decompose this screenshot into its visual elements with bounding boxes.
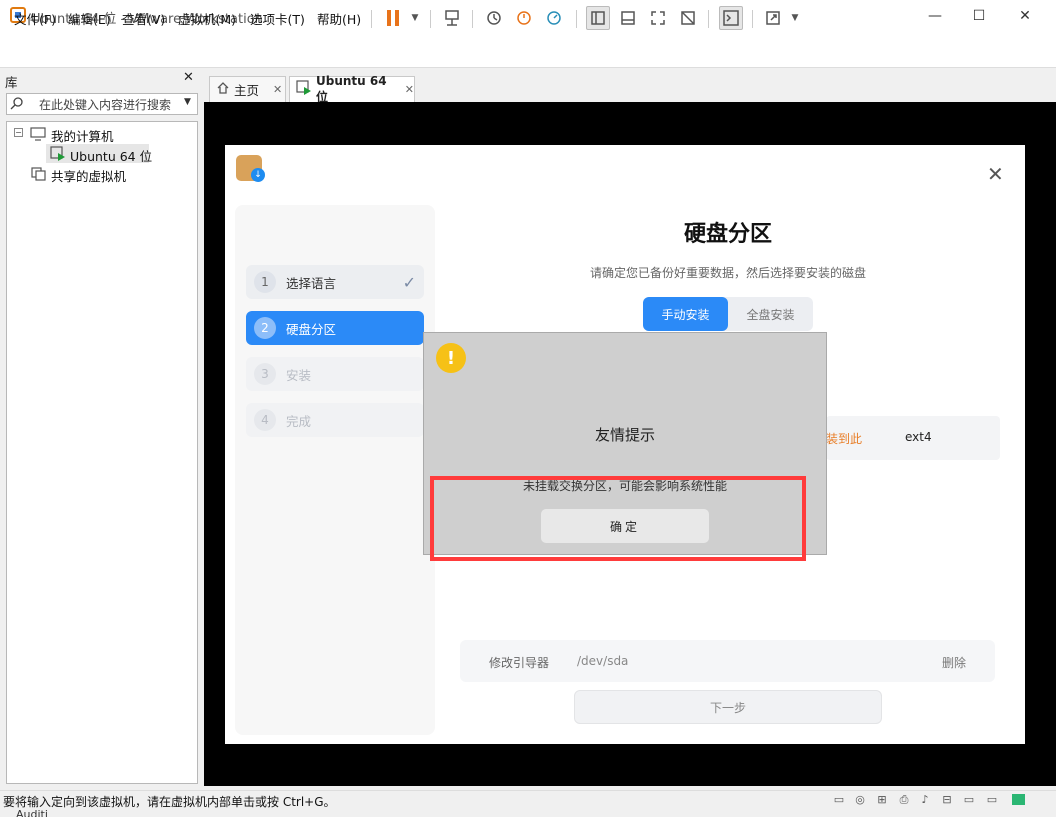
partition-filesystem: ext4 — [905, 430, 932, 444]
step-install: 3 安装 — [246, 357, 424, 391]
toolbar-separator — [472, 10, 473, 28]
hard-disk-icon[interactable]: ▭ — [832, 794, 846, 806]
step-label: 完成 — [286, 413, 312, 429]
display-icon[interactable]: ▭ — [985, 794, 999, 806]
status-message: 要将输入定向到该虚拟机，请在虚拟机内部单击或按 Ctrl+G。 — [3, 795, 336, 809]
manual-install-tab[interactable]: 手动安装 — [643, 297, 728, 331]
checkmark-icon: ✓ — [402, 272, 416, 292]
status-overflow-text: Auditi — [16, 808, 48, 817]
snapshot-icon[interactable] — [484, 8, 504, 28]
close-window-button[interactable]: ✕ — [1002, 0, 1048, 32]
page-title: 硬盘分区 — [683, 222, 772, 247]
unity-icon[interactable] — [678, 8, 698, 28]
step-disk-partition: 2 硬盘分区 — [246, 311, 424, 345]
dialog-title: 友情提示 — [594, 426, 655, 444]
maximize-button[interactable]: ☐ — [956, 0, 1002, 32]
tab-home-close-icon[interactable]: ✕ — [273, 83, 282, 96]
vm-running-icon — [50, 146, 66, 165]
pause-icon[interactable] — [383, 8, 403, 28]
installer-close-button[interactable]: ✕ — [987, 162, 1004, 186]
step-number: 4 — [254, 409, 276, 431]
minimize-button[interactable]: — — [912, 0, 958, 32]
tab-ubuntu-label: Ubuntu 64 位 — [316, 74, 387, 104]
menu-file[interactable]: 文件(F) — [14, 9, 56, 28]
toolbar-separator — [430, 10, 431, 28]
step-number: 2 — [254, 317, 276, 339]
full-screen-icon[interactable] — [648, 8, 668, 28]
library-search-placeholder: 在此处键入内容进行搜索 — [39, 98, 172, 112]
message-log-icon[interactable] — [1012, 794, 1025, 805]
step-select-language: 1 选择语言 ✓ — [246, 265, 424, 299]
tab-home-label: 主页 — [234, 83, 260, 98]
warning-icon: ! — [436, 343, 466, 373]
snapshot-manager-icon[interactable] — [544, 8, 564, 28]
toolbar-separator — [708, 10, 709, 28]
tab-ubuntu-close-icon[interactable]: ✕ — [405, 83, 414, 96]
pause-dropdown-icon[interactable]: ▼ — [405, 8, 425, 28]
stretch-icon[interactable] — [763, 8, 783, 28]
download-badge-icon: ↓ — [251, 168, 265, 182]
install-here-label[interactable]: 装到此 — [826, 430, 862, 447]
page-subtitle: 请确定您已备份好重要数据，然后选择要安装的磁盘 — [589, 266, 866, 280]
device-icon[interactable]: ▭ — [962, 794, 976, 806]
search-icon — [10, 96, 24, 113]
menu-bar — [0, 32, 1056, 68]
step-label: 选择语言 — [286, 275, 337, 291]
library-close-button[interactable]: ✕ — [183, 70, 194, 85]
modify-bootloader-label[interactable]: 修改引导器 — [489, 654, 549, 671]
revert-snapshot-icon[interactable] — [514, 8, 534, 28]
shared-vms-icon — [31, 167, 47, 184]
printer-icon[interactable]: ⎙ — [897, 794, 911, 806]
step-label: 安装 — [286, 367, 312, 383]
highlight-box — [430, 476, 806, 561]
computer-icon — [30, 127, 46, 144]
tab-home[interactable]: 主页 ✕ — [209, 76, 286, 102]
library-title: 库 — [5, 75, 18, 90]
tree-item-vm-label: Ubuntu 64 位 — [70, 149, 153, 164]
menu-vm[interactable]: 虚拟机(M) — [178, 9, 236, 28]
usb-icon[interactable]: ⊟ — [940, 794, 954, 806]
stretch-dropdown-icon[interactable]: ▼ — [785, 8, 805, 28]
menu-view[interactable]: 查看(V) — [122, 9, 165, 28]
step-number: 3 — [254, 363, 276, 385]
home-icon — [216, 81, 230, 98]
toolbar-separator — [576, 10, 577, 28]
menu-help[interactable]: 帮助(H) — [317, 9, 361, 28]
show-library-toggle[interactable] — [586, 6, 610, 30]
thumbnail-bar-icon[interactable] — [618, 8, 638, 28]
tab-ubuntu[interactable]: Ubuntu 64 位 ✕ — [289, 74, 415, 104]
sound-icon[interactable]: ♪ — [918, 794, 932, 806]
send-ctrl-alt-del-icon[interactable] — [442, 8, 462, 28]
step-number: 1 — [254, 271, 276, 293]
next-step-button[interactable]: 下一步 — [574, 690, 882, 724]
vmware-window: Ubuntu 64 位 - VMware Workstation — ☐ ✕ 文… — [0, 0, 1056, 817]
tree-item-shared-vms[interactable]: 共享的虚拟机 — [51, 166, 126, 185]
library-header — [0, 69, 201, 91]
library-tree — [6, 121, 198, 784]
step-label: 硬盘分区 — [286, 321, 337, 337]
menu-edit[interactable]: 编辑(E) — [68, 9, 111, 28]
collapse-icon[interactable]: − — [14, 128, 23, 137]
bootloader-device: /dev/sda — [577, 654, 629, 668]
vm-running-icon — [296, 80, 312, 99]
console-view-toggle[interactable] — [719, 6, 743, 30]
delete-button[interactable]: 删除 — [942, 654, 966, 671]
tree-item-my-computer[interactable]: 我的计算机 — [51, 126, 114, 145]
toolbar-separator — [752, 10, 753, 28]
full-disk-install-tab[interactable]: 全盘安装 — [728, 297, 813, 331]
step-finish: 4 完成 — [246, 403, 424, 437]
menu-tabs[interactable]: 选项卡(T) — [250, 9, 305, 28]
search-dropdown-icon[interactable]: ▼ — [184, 97, 191, 107]
network-icon[interactable]: ⊞ — [875, 794, 889, 806]
toolbar-separator — [371, 10, 372, 28]
cd-dvd-icon[interactable]: ◎ — [853, 794, 867, 806]
